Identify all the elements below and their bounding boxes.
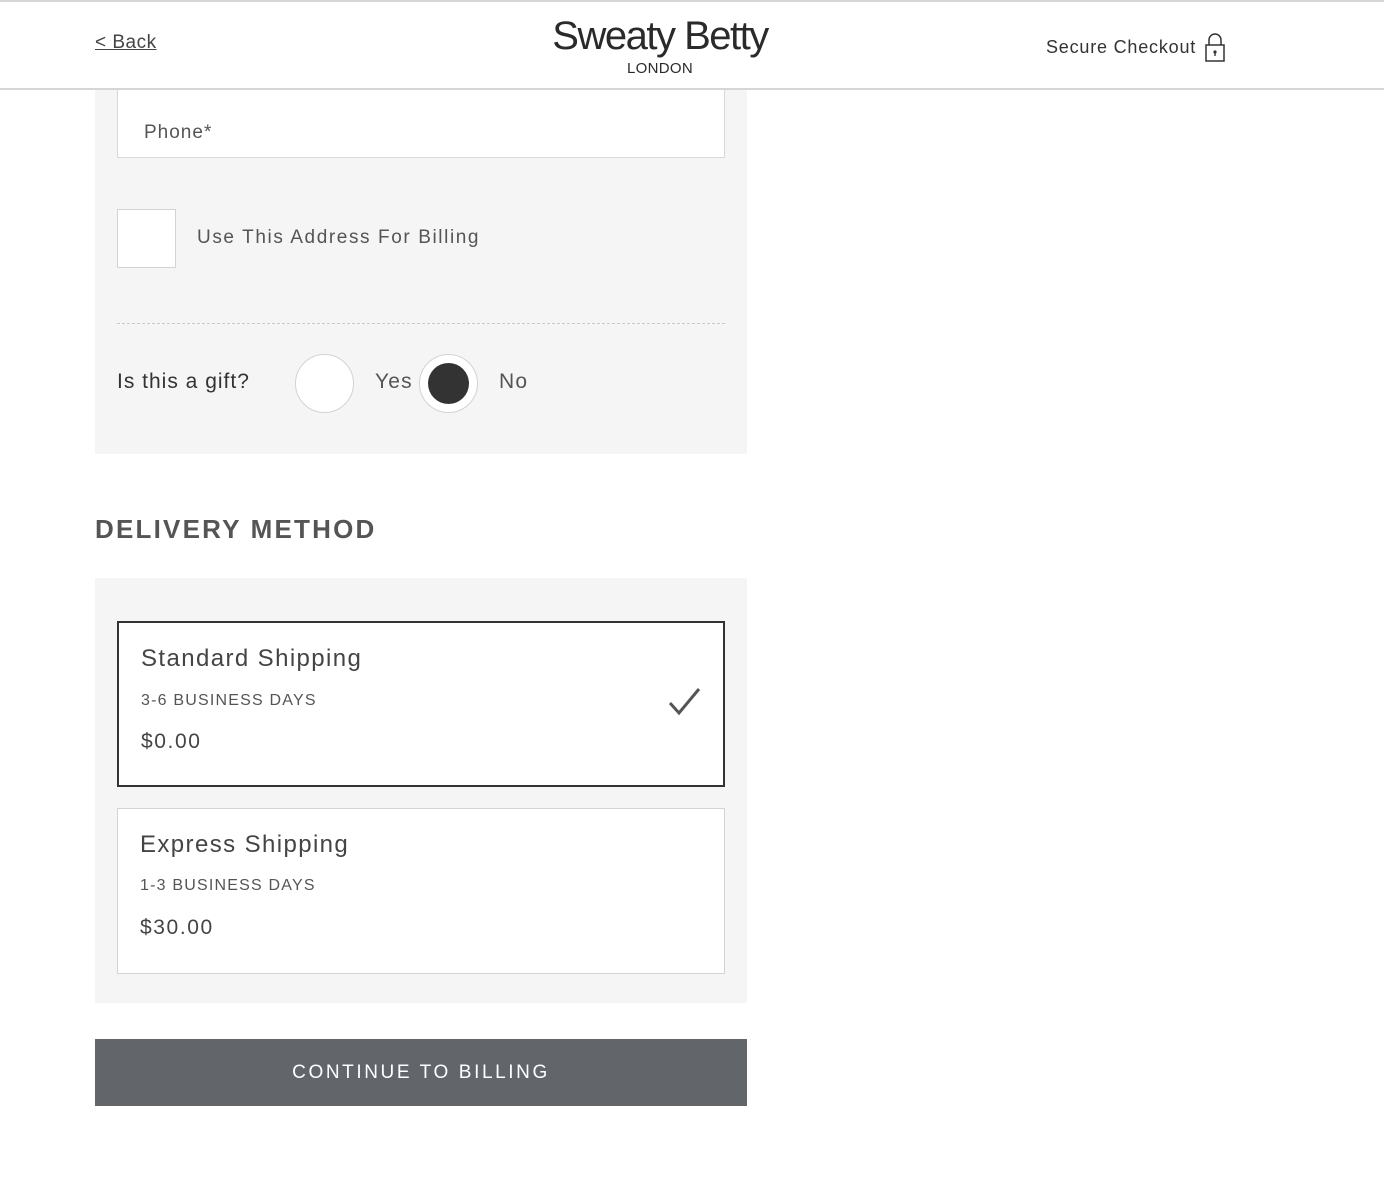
brand-logo[interactable]: Sweaty Betty LONDON xyxy=(548,12,772,76)
delivery-method-panel: Standard Shipping 3-6 BUSINESS DAYS $0.0… xyxy=(95,578,747,1003)
standard-shipping-option[interactable]: Standard Shipping 3-6 BUSINESS DAYS $0.0… xyxy=(117,621,725,787)
shipping-name: Express Shipping xyxy=(140,831,350,858)
secure-checkout-label: Secure Checkout xyxy=(1046,36,1197,57)
shipping-price: $0.00 xyxy=(141,730,202,753)
use-for-billing-label: Use This Address For Billing xyxy=(197,227,481,248)
phone-input[interactable] xyxy=(117,90,725,158)
gift-yes-radio[interactable] xyxy=(295,354,354,413)
gift-no-label: No xyxy=(499,370,529,393)
back-link[interactable]: < Back xyxy=(95,32,157,54)
shipping-name: Standard Shipping xyxy=(141,645,363,672)
express-shipping-option[interactable]: Express Shipping 1-3 BUSINESS DAYS $30.0… xyxy=(117,808,725,974)
section-divider xyxy=(117,323,725,324)
checkmark-icon xyxy=(668,688,701,716)
shipping-days: 1-3 BUSINESS DAYS xyxy=(140,877,316,894)
shipping-address-panel: Use This Address For Billing Is this a g… xyxy=(95,90,747,454)
radio-selected-dot xyxy=(428,363,469,404)
checkout-header: < Back Sweaty Betty LONDON Secure Checko… xyxy=(0,0,1384,90)
continue-to-billing-button[interactable]: CONTINUE TO BILLING xyxy=(95,1039,747,1106)
shipping-price: $30.00 xyxy=(140,916,214,939)
gift-question-label: Is this a gift? xyxy=(117,370,250,393)
secure-checkout: Secure Checkout xyxy=(1046,32,1225,62)
delivery-method-title: DELIVERY METHOD xyxy=(95,514,377,544)
shipping-days: 3-6 BUSINESS DAYS xyxy=(141,692,317,709)
logo-wordmark: Sweaty Betty xyxy=(552,14,769,58)
gift-yes-label: Yes xyxy=(375,370,413,393)
gift-no-radio[interactable] xyxy=(419,354,478,413)
logo-subtitle: LONDON xyxy=(627,60,693,77)
lock-icon xyxy=(1205,33,1225,62)
use-for-billing-checkbox[interactable] xyxy=(117,209,176,268)
